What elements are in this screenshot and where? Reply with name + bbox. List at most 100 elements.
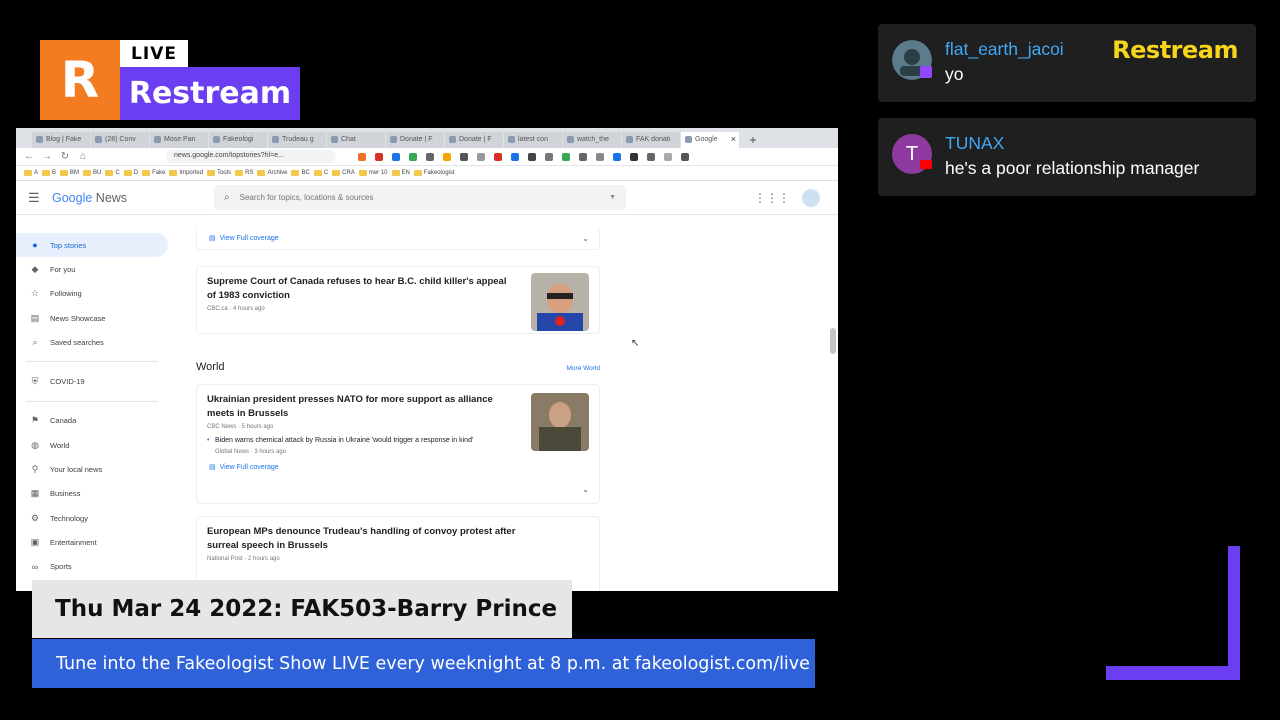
- bookmark-folder[interactable]: B: [42, 170, 56, 176]
- google-news-header: ☰ Google News ⌕ ▼ ⋮⋮⋮: [16, 181, 838, 215]
- browser-tab[interactable]: Mose Pan: [150, 132, 208, 148]
- corner-bracket-decoration: [1228, 546, 1240, 680]
- bookmark-folder[interactable]: A: [24, 170, 38, 176]
- chat-message-text: he's a poor relationship manager: [945, 158, 1200, 178]
- extension-icon[interactable]: [392, 152, 400, 161]
- bookmark-folder[interactable]: Imported: [169, 170, 203, 176]
- new-tab-icon[interactable]: +: [746, 133, 760, 147]
- browser-tab[interactable]: FAK donati: [622, 132, 680, 148]
- story-card[interactable]: Supreme Court of Canada refuses to hear …: [196, 266, 600, 334]
- sidebar-item-local-news[interactable]: ⚲ Your local news: [16, 457, 176, 481]
- bookmark-folder[interactable]: Fake: [142, 170, 165, 176]
- story-headline[interactable]: Ukrainian president presses NATO for mor…: [197, 393, 517, 421]
- extension-icon[interactable]: [579, 152, 587, 161]
- sidebar-item-following[interactable]: ☆ Following: [16, 282, 176, 306]
- chevron-down-icon[interactable]: ⌄: [582, 485, 589, 494]
- browser-tab[interactable]: watch_the: [563, 132, 621, 148]
- bookmark-folder[interactable]: BM: [60, 170, 79, 176]
- bookmark-link[interactable]: CRA: [332, 170, 355, 176]
- story-thumbnail[interactable]: [531, 273, 589, 331]
- search-icon[interactable]: ⌕: [224, 192, 230, 203]
- story-headline[interactable]: European MPs denounce Trudeau's handling…: [197, 525, 517, 553]
- browser-tab[interactable]: Fakeologi: [209, 132, 267, 148]
- browser-tab[interactable]: Donate | F: [386, 132, 444, 148]
- bookmark-link[interactable]: mer 10: [359, 170, 388, 176]
- url-field[interactable]: news.google.com/topstories?hl=e...: [166, 150, 336, 163]
- browser-tab-active[interactable]: Google ×: [681, 132, 739, 148]
- sidebar-item-news-showcase[interactable]: ▤ News Showcase: [16, 306, 176, 330]
- bookmark-link[interactable]: C: [314, 170, 328, 176]
- story-thumbnail[interactable]: [531, 393, 589, 451]
- bookmark-link[interactable]: EN: [392, 170, 410, 176]
- browser-tab[interactable]: Blog | Fake: [32, 132, 90, 148]
- sidebar-item-technology[interactable]: ⚙ Technology: [16, 506, 176, 530]
- sidebar-item-entertainment[interactable]: ▣ Entertainment: [16, 530, 176, 554]
- bookmark-link[interactable]: BC: [291, 170, 309, 176]
- extension-icon[interactable]: [528, 152, 536, 161]
- bookmark-link[interactable]: RS: [235, 170, 253, 176]
- browser-tab[interactable]: Chat: [327, 132, 385, 148]
- menu-icon[interactable]: [681, 152, 689, 161]
- google-news-logo[interactable]: Google News: [52, 191, 127, 205]
- extension-icon[interactable]: [358, 152, 366, 161]
- sidebar-item-sports[interactable]: ∞ Sports: [16, 555, 176, 579]
- sidebar-item-business[interactable]: ▦ Business: [16, 482, 176, 506]
- extension-icon[interactable]: [494, 152, 502, 161]
- extension-icon[interactable]: [545, 152, 553, 161]
- sidebar-item-top-stories[interactable]: ● Top stories: [16, 233, 168, 258]
- reload-icon[interactable]: ↻: [60, 151, 70, 162]
- bookmark-folder[interactable]: C: [105, 170, 119, 176]
- scrollbar-thumb[interactable]: [830, 328, 836, 354]
- browser-tab[interactable]: Trudeau g: [268, 132, 326, 148]
- avatar[interactable]: [802, 189, 820, 207]
- hamburger-menu-icon[interactable]: ☰: [28, 190, 44, 206]
- extension-icon[interactable]: [409, 152, 417, 161]
- bookmark-folder[interactable]: Tools: [207, 170, 231, 176]
- address-bar-row: ← → ↻ ⌂ news.google.com/topstories?hl=e.…: [16, 148, 838, 166]
- full-coverage-link[interactable]: ▤ View Full coverage: [197, 228, 599, 243]
- sidebar-item-saved-searches[interactable]: ⌕ Saved searches: [16, 330, 176, 354]
- extension-icon[interactable]: [426, 152, 434, 161]
- apps-grid-icon[interactable]: ⋮⋮⋮: [754, 191, 790, 205]
- browser-tab[interactable]: Donate | F: [445, 132, 503, 148]
- restream-logo-name: Restream: [120, 67, 300, 120]
- story-headline[interactable]: Supreme Court of Canada refuses to hear …: [197, 275, 517, 303]
- search-box[interactable]: ⌕ ▼: [214, 185, 626, 210]
- sidebar-item-world[interactable]: ◍ World: [16, 433, 176, 457]
- more-world-link[interactable]: More World: [567, 365, 600, 372]
- chevron-down-icon[interactable]: ▼: [609, 194, 616, 201]
- extension-icon[interactable]: [596, 152, 604, 161]
- extension-icon[interactable]: [375, 152, 383, 161]
- sidebar-item-canada[interactable]: ⚑ Canada: [16, 409, 176, 433]
- forward-icon[interactable]: →: [42, 151, 52, 162]
- related-story-headline[interactable]: Biden warns chemical attack by Russia in…: [197, 436, 497, 446]
- bookmark-link[interactable]: Fakeologist: [414, 170, 455, 176]
- bookmark-link[interactable]: Archive: [257, 170, 287, 176]
- section-title-world[interactable]: World: [196, 361, 225, 373]
- chevron-down-icon[interactable]: ⌄: [582, 234, 589, 243]
- extension-icon[interactable]: [664, 152, 672, 161]
- sidebar-item-label: COVID-19: [50, 377, 85, 387]
- story-card[interactable]: Ukrainian president presses NATO for mor…: [196, 384, 600, 504]
- full-coverage-link[interactable]: ▤ View Full coverage: [197, 463, 599, 472]
- extension-icon[interactable]: [647, 152, 655, 161]
- browser-tab[interactable]: latest con: [504, 132, 562, 148]
- sidebar-item-for-you[interactable]: ◆ For you: [16, 257, 176, 281]
- browser-tab[interactable]: (28) Conv: [91, 132, 149, 148]
- extension-icon[interactable]: [511, 152, 519, 161]
- home-icon[interactable]: ⌂: [78, 151, 88, 162]
- sidebar-item-covid[interactable]: ⛨ COVID-19: [16, 369, 176, 393]
- globe-icon: ●: [32, 240, 38, 251]
- extension-icon[interactable]: [613, 152, 621, 161]
- close-icon[interactable]: ×: [731, 134, 736, 144]
- extension-icon[interactable]: [477, 152, 485, 161]
- bookmark-folder[interactable]: D: [124, 170, 138, 176]
- back-icon[interactable]: ←: [24, 151, 34, 162]
- extension-icon[interactable]: [630, 152, 638, 161]
- bookmark-folder[interactable]: BU: [83, 170, 101, 176]
- search-input[interactable]: [239, 193, 600, 202]
- film-icon: ▣: [30, 536, 40, 547]
- extension-icon[interactable]: [562, 152, 570, 161]
- extension-icon[interactable]: [460, 152, 468, 161]
- extension-icon[interactable]: [443, 152, 451, 161]
